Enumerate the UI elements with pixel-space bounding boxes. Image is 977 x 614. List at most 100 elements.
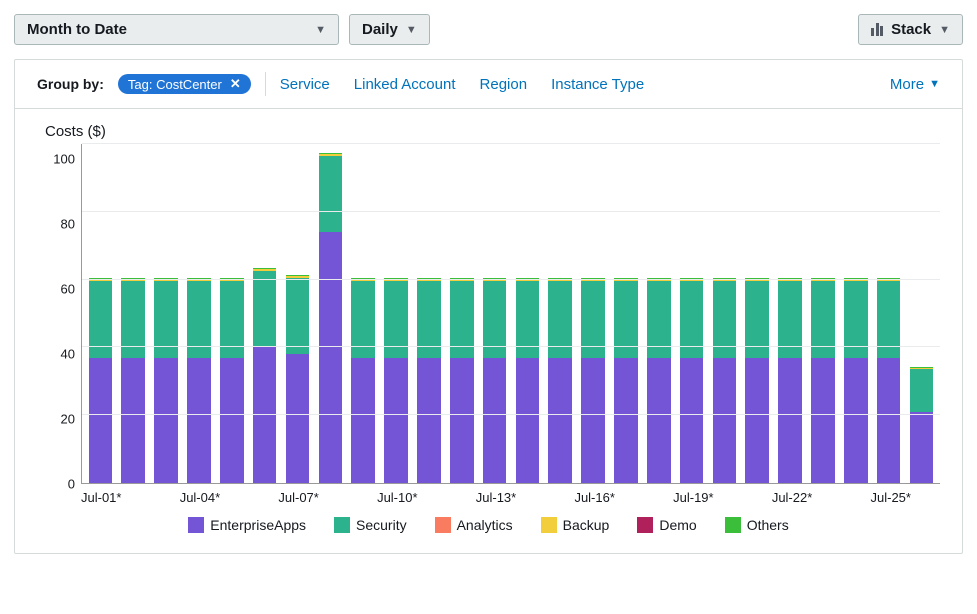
bar-segment [351,358,375,483]
groupby-option[interactable]: Service [280,76,330,93]
bar[interactable] [910,367,934,483]
x-tick: Jul-25* [871,490,911,505]
bar-slot [150,144,183,483]
bar[interactable] [778,278,802,483]
bar-segment [450,358,474,483]
bar-segment [121,358,145,483]
legend-item[interactable]: Demo [637,517,696,533]
bar[interactable] [351,278,375,483]
x-tick [151,490,180,505]
bar[interactable] [713,278,737,483]
chart-area: Costs ($) 100806040200 Jul-01*Jul-04*Jul… [15,109,962,553]
x-tick [348,490,377,505]
bar[interactable] [614,278,638,483]
bar[interactable] [647,278,671,483]
granularity-dropdown[interactable]: Daily ▼ [349,14,430,45]
period-dropdown[interactable]: Month to Date ▼ [14,14,339,45]
bar-slot [577,144,610,483]
chart-mode-label: Stack [891,21,931,38]
bar-segment [286,354,310,483]
bar-slot [708,144,741,483]
groupby-option[interactable]: Instance Type [551,76,644,93]
legend-label: Analytics [457,517,513,533]
bar-slot [380,144,413,483]
bar-segment [417,358,441,483]
bar-slot [610,144,643,483]
x-tick: Jul-10* [377,490,417,505]
bar-slot [84,144,117,483]
legend-swatch [637,517,653,533]
groupby-active-tag[interactable]: Tag: CostCenter ✕ [118,74,251,94]
bar[interactable] [844,278,868,483]
legend-swatch [541,517,557,533]
bar-slot [281,144,314,483]
bar-segment [286,278,310,354]
caret-down-icon: ▼ [406,24,417,36]
legend-item[interactable]: Security [334,517,407,533]
bar[interactable] [548,278,572,483]
toolbar: Month to Date ▼ Daily ▼ Stack ▼ [14,14,963,45]
bar-slot [117,144,150,483]
x-tick [841,490,870,505]
bar[interactable] [581,278,605,483]
bar[interactable] [121,278,145,483]
x-tick [615,490,644,505]
bar-slot [675,144,708,483]
bar-slot [347,144,380,483]
bar[interactable] [745,278,769,483]
groupby-more-label: More [890,76,924,93]
bar-slot [741,144,774,483]
groupby-more[interactable]: More ▼ [890,76,940,93]
bar-segment [220,358,244,483]
y-tick: 40 [61,347,75,362]
x-tick [812,490,841,505]
bar[interactable] [680,278,704,483]
bar-segment [713,358,737,483]
x-tick [249,490,278,505]
bar[interactable] [417,278,441,483]
bar[interactable] [877,278,901,483]
x-tick [743,490,772,505]
bar[interactable] [253,268,277,483]
x-tick: Jul-16* [574,490,614,505]
bar[interactable] [450,278,474,483]
bar-segment [319,232,343,483]
bar-segment [680,358,704,483]
legend-swatch [725,517,741,533]
legend-item[interactable]: Others [725,517,789,533]
y-tick: 100 [53,152,75,167]
bar-segment [483,358,507,483]
bar[interactable] [154,278,178,483]
x-tick: Jul-01* [81,490,121,505]
bar-segment [877,358,901,483]
y-tick: 80 [61,217,75,232]
bar-slot [642,144,675,483]
legend-swatch [188,517,204,533]
legend-swatch [334,517,350,533]
legend-item[interactable]: Analytics [435,517,513,533]
groupby-option[interactable]: Region [480,76,528,93]
bar-segment [384,358,408,483]
bar-segment [647,358,671,483]
bar-segment [89,358,113,483]
close-icon[interactable]: ✕ [230,76,241,92]
bar-slot [314,144,347,483]
bar[interactable] [483,278,507,483]
bar[interactable] [384,278,408,483]
bar[interactable] [187,278,211,483]
bar[interactable] [319,152,343,483]
legend-item[interactable]: EnterpriseApps [188,517,306,533]
bar[interactable] [811,278,835,483]
bar-slot [412,144,445,483]
bar[interactable] [220,278,244,483]
bar-slot [839,144,872,483]
bar-slot [183,144,216,483]
bar[interactable] [89,278,113,483]
groupby-option[interactable]: Linked Account [354,76,456,93]
legend-item[interactable]: Backup [541,517,610,533]
granularity-label: Daily [362,21,398,38]
bar[interactable] [516,278,540,483]
chart-mode-dropdown[interactable]: Stack ▼ [858,14,963,45]
bar[interactable] [286,275,310,483]
bar-slot [774,144,807,483]
